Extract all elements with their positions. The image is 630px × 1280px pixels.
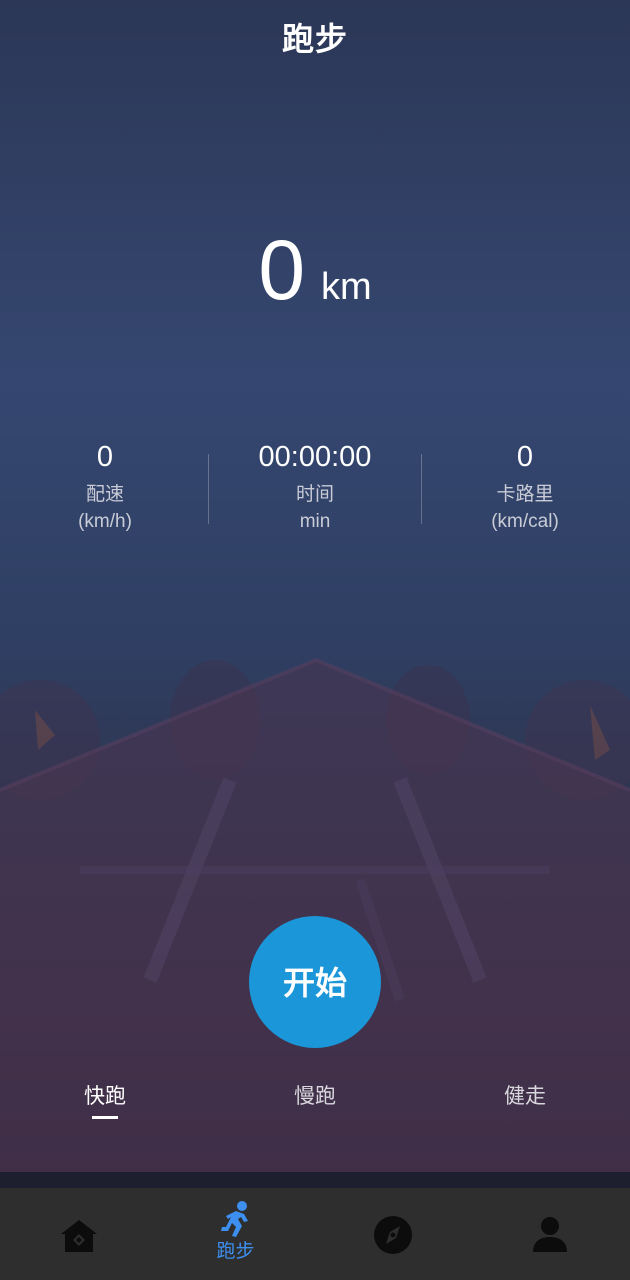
time-label: 时间 bbox=[295, 483, 334, 505]
calorie-unit: (km/cal) bbox=[491, 511, 559, 532]
tab-slow-run[interactable]: 慢跑 bbox=[210, 1078, 420, 1114]
tab-running-label: 跑步 bbox=[216, 1240, 255, 1262]
tab-walk-label: 健走 bbox=[504, 1084, 546, 1108]
time-stat: 00:00:00 时间 min bbox=[210, 438, 420, 536]
distance-value: 0 bbox=[258, 223, 306, 317]
distance-unit: km bbox=[321, 266, 372, 308]
page-title: 跑步 bbox=[281, 20, 348, 58]
tab-home[interactable] bbox=[0, 1188, 157, 1280]
tabbar-separator bbox=[0, 1172, 630, 1188]
start-button[interactable]: 开始 bbox=[249, 916, 381, 1048]
compass-icon bbox=[373, 1216, 412, 1254]
stat-divider bbox=[208, 454, 209, 524]
run-mode-tabs: 快跑 慢跑 健走 bbox=[0, 1078, 630, 1128]
pace-unit: (km/h) bbox=[78, 511, 132, 532]
user-icon bbox=[532, 1217, 567, 1252]
time-value: 00:00:00 bbox=[258, 441, 372, 473]
calorie-stat: 0 卡路里 (km/cal) bbox=[420, 438, 630, 536]
calorie-label: 卡路里 bbox=[496, 483, 554, 505]
stats-row: 0 配速 (km/h) 00:00:00 时间 min 0 卡路里 (km/ca… bbox=[0, 438, 630, 548]
tab-fast-run-label: 快跑 bbox=[84, 1084, 126, 1108]
tab-slow-run-label: 慢跑 bbox=[294, 1084, 336, 1108]
running-icon bbox=[220, 1201, 248, 1237]
tab-fast-run[interactable]: 快跑 bbox=[0, 1078, 210, 1119]
time-unit: min bbox=[299, 511, 331, 532]
distance-display: 0 km bbox=[0, 222, 630, 319]
calorie-value: 0 bbox=[516, 441, 534, 473]
running-screen: 跑步 0 km 0 配速 (km/h) 00:00:00 时间 min 0 卡路里… bbox=[0, 0, 630, 1280]
active-tab-indicator bbox=[92, 1116, 118, 1119]
pace-stat: 0 配速 (km/h) bbox=[0, 438, 210, 536]
tab-discover[interactable] bbox=[314, 1188, 471, 1280]
pace-label: 配速 bbox=[85, 483, 124, 505]
pace-value: 0 bbox=[96, 441, 114, 473]
tab-running[interactable]: 跑步 bbox=[157, 1188, 314, 1280]
tab-profile[interactable] bbox=[471, 1188, 628, 1280]
bottom-tab-bar: 跑步 bbox=[0, 1188, 630, 1280]
home-icon bbox=[60, 1220, 97, 1252]
tab-walk[interactable]: 健走 bbox=[420, 1078, 630, 1114]
